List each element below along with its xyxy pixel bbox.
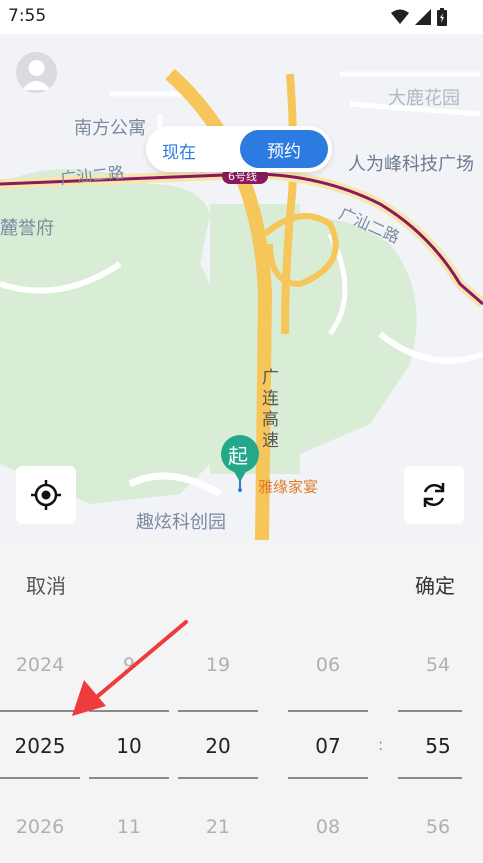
status-icons bbox=[391, 8, 447, 26]
avatar[interactable] bbox=[16, 52, 57, 93]
mode-book-tab[interactable]: 预约 bbox=[240, 130, 328, 168]
minute-current[interactable]: 55 bbox=[398, 734, 478, 758]
month-next[interactable]: 11 bbox=[89, 816, 169, 838]
hour-divider-bottom bbox=[288, 777, 368, 779]
day-divider-top bbox=[178, 710, 258, 712]
signal-icon bbox=[415, 9, 431, 25]
locate-icon bbox=[31, 480, 61, 510]
cancel-button[interactable]: 取消 bbox=[26, 570, 66, 599]
hour-next[interactable]: 08 bbox=[288, 816, 368, 838]
annotation-arrow-icon bbox=[72, 620, 188, 716]
minute-prev[interactable]: 54 bbox=[398, 654, 478, 676]
mode-now-tab[interactable]: 现在 bbox=[162, 138, 196, 163]
user-icon bbox=[22, 60, 51, 90]
map-label-quxuan: 趣炫科创园 bbox=[136, 512, 226, 533]
year-divider-bottom bbox=[0, 777, 80, 779]
hour-current[interactable]: 07 bbox=[288, 734, 368, 758]
year-current[interactable]: 2025 bbox=[0, 734, 80, 758]
status-bar: 7:55 bbox=[0, 0, 483, 34]
month-current[interactable]: 10 bbox=[89, 734, 169, 758]
hour-prev[interactable]: 06 bbox=[288, 654, 368, 676]
poi-label-yayuan[interactable]: 雅缘家宴 bbox=[258, 476, 318, 497]
refresh-icon bbox=[423, 483, 445, 507]
day-next[interactable]: 21 bbox=[178, 816, 258, 838]
map-label-luyufu: 麓誉府 bbox=[0, 218, 54, 239]
minute-divider-bottom bbox=[398, 777, 462, 779]
refresh-button[interactable] bbox=[404, 466, 464, 524]
map-label-guanglian: 广 连 高 速 bbox=[262, 368, 279, 451]
mode-toggle: 现在 预约 bbox=[146, 126, 332, 172]
wifi-icon bbox=[391, 9, 409, 24]
month-divider-bottom bbox=[89, 777, 169, 779]
day-divider-bottom bbox=[178, 777, 258, 779]
minute-next[interactable]: 56 bbox=[398, 816, 478, 838]
map-label-nanfang: 南方公寓 bbox=[74, 118, 146, 139]
status-time: 7:55 bbox=[8, 6, 47, 26]
year-next[interactable]: 2026 bbox=[0, 816, 80, 838]
minute-divider-top bbox=[398, 710, 462, 712]
start-marker-text: 起 bbox=[228, 444, 248, 468]
time-separator: : bbox=[378, 735, 384, 754]
day-prev[interactable]: 19 bbox=[178, 654, 258, 676]
start-marker[interactable]: 起 bbox=[220, 434, 260, 496]
confirm-button[interactable]: 确定 bbox=[415, 570, 455, 599]
locate-button[interactable] bbox=[16, 466, 76, 524]
day-current[interactable]: 20 bbox=[178, 734, 258, 758]
battery-icon bbox=[437, 8, 447, 26]
map-label-daluhuayuan: 大鹿花园 bbox=[388, 88, 460, 109]
hour-divider-top bbox=[288, 710, 368, 712]
map-label-renweifeng: 人为峰科技广场 bbox=[348, 154, 474, 175]
